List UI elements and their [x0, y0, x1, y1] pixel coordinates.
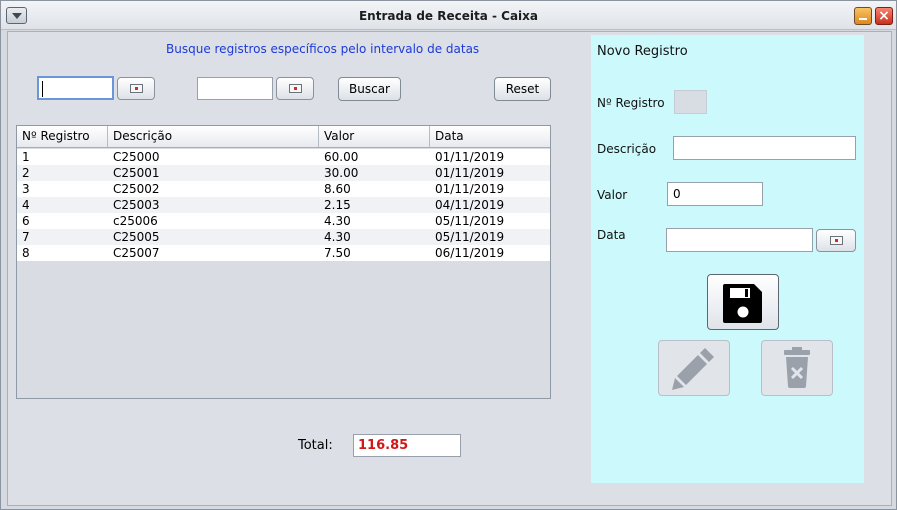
table-row[interactable]: 8 C25007 7.50 06/11/2019 [17, 245, 550, 261]
date-from-calendar-button[interactable] [117, 77, 155, 100]
registro-field [674, 90, 707, 114]
column-header-descricao[interactable]: Descrição [108, 126, 319, 147]
cell-valor: 30.00 [324, 166, 359, 180]
calendar-icon [130, 84, 143, 93]
cell-descricao: C25001 [113, 166, 160, 180]
cell-data: 06/11/2019 [435, 246, 505, 260]
cell-descricao: C25003 [113, 198, 160, 212]
delete-button[interactable] [761, 340, 833, 396]
date-to-calendar-button[interactable] [276, 77, 314, 100]
total-label: Total: [298, 438, 333, 453]
valor-label: Valor [597, 188, 628, 202]
records-table: Nº Registro Descrição Valor Data 1 C2500… [16, 125, 551, 399]
cell-data: 01/11/2019 [435, 166, 505, 180]
cell-valor: 4.30 [324, 214, 351, 228]
cell-data: 01/11/2019 [435, 182, 505, 196]
trash-icon [784, 347, 810, 388]
calendar-icon [289, 84, 302, 93]
table-row[interactable]: 2 C25001 30.00 01/11/2019 [17, 165, 550, 181]
table-header: Nº Registro Descrição Valor Data [17, 126, 550, 148]
descricao-input[interactable] [673, 136, 856, 160]
cell-registro: 6 [22, 214, 30, 228]
reset-button[interactable]: Reset [494, 77, 551, 101]
column-header-valor[interactable]: Valor [319, 126, 430, 147]
search-hint: Busque registros específicos pelo interv… [166, 42, 480, 56]
cell-registro: 2 [22, 166, 30, 180]
cell-valor: 60.00 [324, 150, 359, 164]
close-button[interactable]: × [875, 7, 893, 25]
cell-descricao: c25006 [113, 214, 158, 228]
cell-valor: 2.15 [324, 198, 351, 212]
app-window: Entrada de Receita - Caixa × Busque regi… [0, 0, 897, 510]
floppy-disk-icon [723, 284, 762, 323]
cell-registro: 4 [22, 198, 30, 212]
cell-descricao: C25000 [113, 150, 160, 164]
pencil-icon [672, 348, 714, 390]
cell-descricao: C25007 [113, 246, 160, 260]
registro-label: Nº Registro [597, 96, 665, 110]
cell-valor: 8.60 [324, 182, 351, 196]
data-calendar-button[interactable] [816, 229, 856, 252]
save-button[interactable] [707, 274, 779, 330]
calendar-icon [830, 236, 843, 245]
title-bar: Entrada de Receita - Caixa × [1, 1, 896, 30]
cell-registro: 1 [22, 150, 30, 164]
date-from-input[interactable] [37, 76, 114, 100]
data-label: Data [597, 228, 626, 242]
total-value: 116.85 [353, 434, 461, 457]
buscar-button[interactable]: Buscar [338, 77, 401, 101]
panel-title: Novo Registro [597, 44, 688, 59]
column-header-registro[interactable]: Nº Registro [17, 126, 108, 147]
cell-registro: 7 [22, 230, 30, 244]
valor-input[interactable]: 0 [667, 182, 763, 206]
window-title: Entrada de Receita - Caixa [358, 9, 539, 23]
cell-data: 05/11/2019 [435, 230, 505, 244]
cell-data: 04/11/2019 [435, 198, 505, 212]
cell-data: 01/11/2019 [435, 150, 505, 164]
descricao-label: Descrição [597, 142, 657, 156]
cell-descricao: C25005 [113, 230, 160, 244]
cell-registro: 3 [22, 182, 30, 196]
table-row[interactable]: 4 C25003 2.15 04/11/2019 [17, 197, 550, 213]
table-row[interactable]: 1 C25000 60.00 01/11/2019 [17, 149, 550, 165]
minimize-button[interactable] [854, 7, 872, 25]
table-row[interactable]: 7 C25005 4.30 05/11/2019 [17, 229, 550, 245]
edit-button[interactable] [658, 340, 730, 396]
cell-registro: 8 [22, 246, 30, 260]
date-to-input[interactable] [197, 77, 273, 100]
table-body: 1 C25000 60.00 01/11/2019 2 C25001 30.00… [17, 149, 550, 261]
data-input[interactable] [666, 228, 813, 252]
cell-data: 05/11/2019 [435, 214, 505, 228]
column-header-data[interactable]: Data [430, 126, 550, 147]
table-row[interactable]: 6 c25006 4.30 05/11/2019 [17, 213, 550, 229]
cell-descricao: C25002 [113, 182, 160, 196]
table-row[interactable]: 3 C25002 8.60 01/11/2019 [17, 181, 550, 197]
cell-valor: 4.30 [324, 230, 351, 244]
cell-valor: 7.50 [324, 246, 351, 260]
